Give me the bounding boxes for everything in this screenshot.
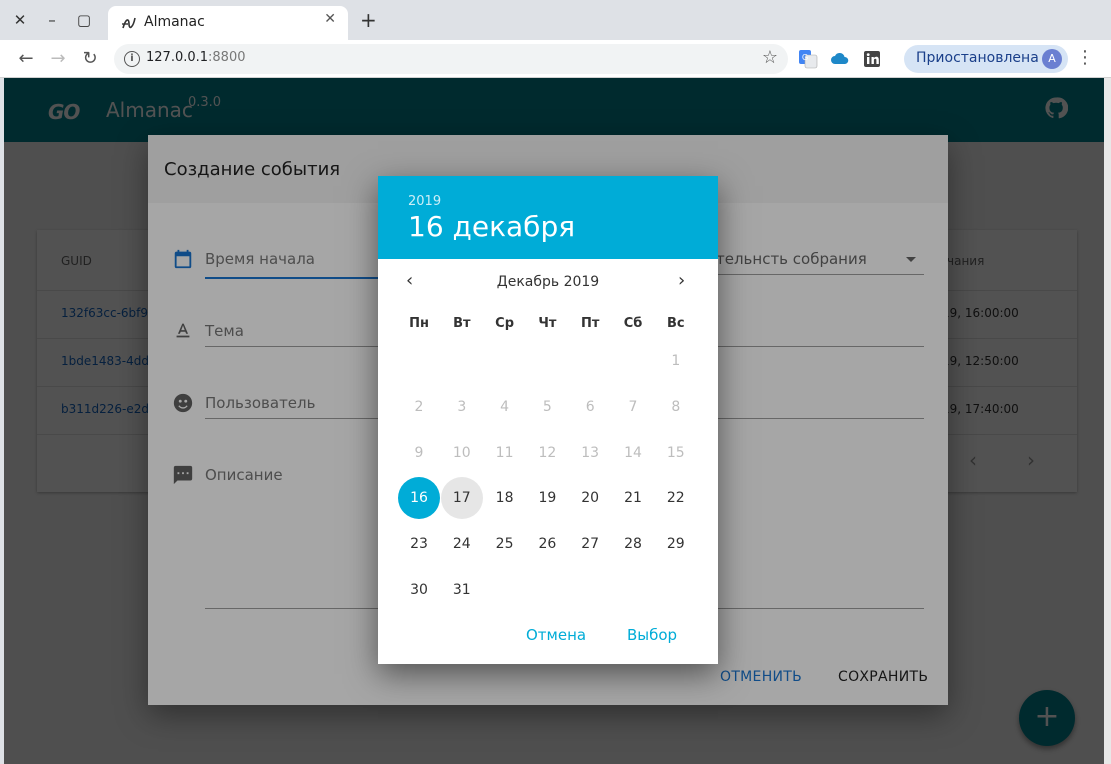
- cloud-icon[interactable]: [830, 49, 850, 69]
- weekday-label: Пт: [580, 316, 600, 331]
- svg-text:G: G: [802, 53, 808, 62]
- calendar-day: 1: [671, 353, 681, 369]
- browser-tabbar: ✕ – ▢ Almanac ✕ +: [0, 0, 1111, 40]
- calendar-day: 2: [414, 398, 424, 415]
- calendar-day: 12: [538, 444, 557, 461]
- browser-tab[interactable]: Almanac ✕: [108, 6, 348, 40]
- browser-menu-icon[interactable]: ⋮: [1076, 49, 1094, 67]
- calendar-day: 8: [671, 398, 681, 415]
- calendar-day-selected[interactable]: 16: [398, 477, 440, 520]
- calendar-day[interactable]: 26: [526, 523, 568, 565]
- back-icon[interactable]: ←: [14, 47, 38, 71]
- calendar-day[interactable]: 25: [484, 523, 526, 565]
- reload-icon[interactable]: ↻: [78, 47, 102, 71]
- calendar-day: 3: [457, 398, 467, 415]
- almanac-favicon-icon: [122, 17, 136, 29]
- calendar-day: 13: [581, 444, 600, 461]
- calendar-day[interactable]: 17: [440, 477, 483, 520]
- weekday-label: Вт: [453, 316, 471, 331]
- address-bar[interactable]: i 127.0.0.1:8800 ☆: [114, 44, 788, 74]
- calendar-day[interactable]: 29: [655, 523, 697, 565]
- calendar-day[interactable]: 23: [398, 523, 440, 565]
- calendar-day[interactable]: 21: [612, 477, 654, 519]
- window-edge: [1104, 78, 1111, 764]
- calendar-day: 7: [628, 398, 638, 415]
- weekday-label: Вс: [666, 316, 685, 331]
- tab-title: Almanac: [144, 14, 205, 30]
- url-text[interactable]: 127.0.0.1:8800: [146, 50, 246, 65]
- calendar-day[interactable]: 30: [398, 569, 440, 611]
- weekday-label: Ср: [495, 316, 515, 331]
- weekday-label: Пн: [409, 316, 429, 331]
- picker-selected-date: 16 декабря: [408, 210, 576, 243]
- new-tab-icon[interactable]: +: [360, 10, 377, 30]
- window-maximize-icon[interactable]: ▢: [72, 8, 96, 32]
- browser-toolbar: ← → ↻ i 127.0.0.1:8800 ☆ G Приостановлен…: [0, 40, 1111, 78]
- avatar: A: [1042, 49, 1062, 69]
- calendar-day[interactable]: 27: [569, 523, 611, 565]
- calendar-day[interactable]: 20: [569, 477, 611, 519]
- calendar-day: 15: [666, 444, 685, 461]
- app-page: GO Almanac 0.3.0 GUID чания 132f63cc-6bf…: [4, 78, 1104, 764]
- picker-year[interactable]: 2019: [408, 194, 441, 209]
- calendar-day[interactable]: 22: [655, 477, 697, 519]
- calendar-day: 4: [500, 398, 510, 415]
- window-close-icon[interactable]: ✕: [8, 8, 32, 32]
- google-translate-icon[interactable]: G: [798, 49, 818, 69]
- info-icon[interactable]: i: [124, 51, 140, 67]
- linkedin-icon[interactable]: [862, 49, 882, 69]
- date-picker: 2019 16 декабря ‹ Декабрь 2019 › Пн Вт Ср Ч…: [378, 176, 718, 664]
- profile-button[interactable]: Приостановлена A: [904, 45, 1068, 73]
- calendar-day[interactable]: 18: [484, 477, 526, 519]
- calendar-day: 14: [624, 444, 642, 461]
- picker-cancel-button[interactable]: Отмена: [526, 626, 586, 644]
- weekday-label: Чт: [538, 316, 557, 331]
- calendar-day[interactable]: 19: [526, 477, 568, 519]
- calendar-day: 5: [542, 398, 552, 415]
- tab-close-icon[interactable]: ✕: [324, 11, 336, 27]
- calendar-day: 6: [585, 398, 595, 415]
- calendar-day[interactable]: 28: [612, 523, 654, 565]
- month-label: Декабрь 2019: [496, 274, 600, 290]
- calendar-day: 9: [414, 444, 424, 461]
- window-minimize-icon[interactable]: –: [40, 8, 64, 32]
- weekday-label: Сб: [623, 316, 643, 331]
- calendar-day: 10: [452, 444, 471, 461]
- picker-ok-button[interactable]: Выбор: [627, 626, 677, 644]
- calendar-day[interactable]: 24: [441, 523, 483, 565]
- next-month-icon[interactable]: ›: [678, 272, 685, 290]
- calendar-day: 11: [495, 444, 514, 461]
- forward-icon[interactable]: →: [46, 47, 70, 71]
- picker-header: 2019 16 декабря: [378, 176, 718, 259]
- calendar-day[interactable]: 31: [441, 569, 483, 611]
- bookmark-star-icon[interactable]: ☆: [762, 47, 778, 68]
- profile-status-label: Приостановлена: [916, 50, 1039, 66]
